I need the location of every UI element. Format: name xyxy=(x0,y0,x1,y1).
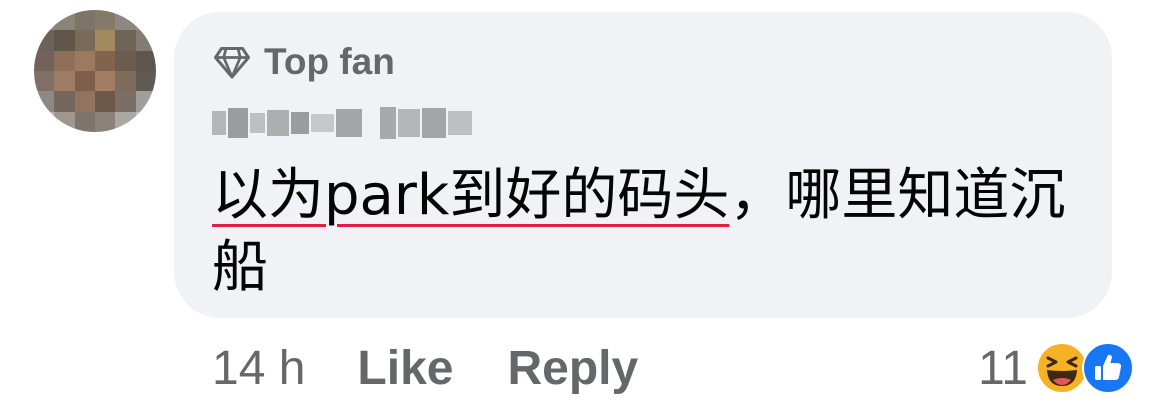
like-reaction-icon xyxy=(1082,342,1134,394)
top-fan-badge[interactable]: Top fan xyxy=(214,40,395,84)
comment-text: 以为park到好的码头，哪里知道沉船 xyxy=(212,160,1092,304)
comment-root: Top fan 以为park到好的码头，哪里知道沉船 14 h Like Rep… xyxy=(0,0,1170,408)
reaction-count: 11 xyxy=(978,341,1028,395)
like-button[interactable]: Like xyxy=(357,341,453,396)
commenter-name-obscured[interactable] xyxy=(212,102,472,144)
avatar[interactable] xyxy=(34,10,156,132)
haha-icon xyxy=(1036,342,1088,394)
comment-actions: 14 h Like Reply xyxy=(212,338,638,398)
diamond-icon xyxy=(214,47,250,79)
reply-button[interactable]: Reply xyxy=(507,341,638,396)
timestamp[interactable]: 14 h xyxy=(212,341,305,396)
name-blur-segment xyxy=(380,106,472,140)
comment-text-underlined: 以为park到好的码头 xyxy=(212,163,730,228)
badge-label: Top fan xyxy=(264,41,395,82)
reactions-summary[interactable]: 11 xyxy=(978,336,1134,400)
name-blur-segment xyxy=(212,106,362,140)
